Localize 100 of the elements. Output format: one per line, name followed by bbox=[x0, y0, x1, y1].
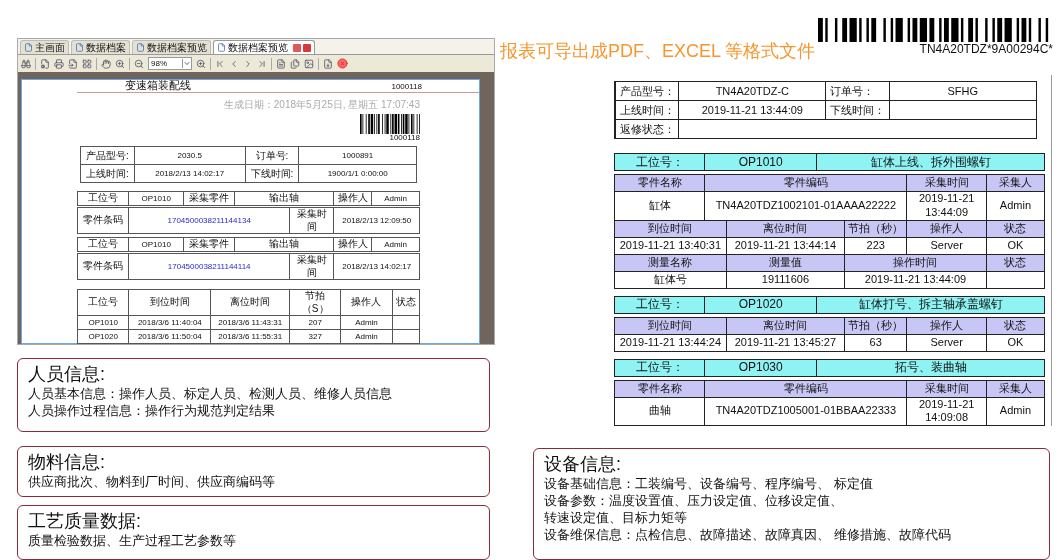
table-cell: 零件编码 bbox=[705, 175, 908, 191]
table-cell: 2018/3/6 11:40:04 bbox=[129, 316, 212, 329]
table-cell: 离位时间 bbox=[211, 290, 291, 315]
tab[interactable]: 数据档案 bbox=[71, 40, 130, 54]
zoom-out-icon[interactable] bbox=[134, 58, 144, 69]
table-cell: 采集时间 bbox=[290, 208, 335, 233]
table-cell: OP1020 bbox=[705, 296, 818, 313]
dropdown-icon[interactable] bbox=[182, 59, 191, 68]
table-cell: 节拍（秒） bbox=[845, 317, 908, 334]
table-cell: 223 bbox=[845, 237, 908, 254]
card-line: 质量检验数据、生产过程工艺参数等 bbox=[28, 532, 237, 550]
binoculars-icon[interactable] bbox=[21, 58, 31, 69]
table-cell: 2019-11-21 13:44:24 bbox=[615, 334, 727, 351]
table-cell: 状态 bbox=[986, 254, 1045, 271]
field-value: 1900/1/1 0:00:00 bbox=[299, 165, 417, 182]
field-label: 订单号: bbox=[245, 147, 300, 164]
zoom-in-icon[interactable] bbox=[115, 58, 125, 69]
hand-icon[interactable] bbox=[101, 58, 111, 69]
generated-date: 生成日期：2018年5月25日, 星期五 17:07:43 bbox=[223, 98, 420, 112]
field-label: 下线时间: bbox=[245, 165, 300, 182]
image-icon[interactable] bbox=[304, 58, 314, 69]
zoom-field[interactable]: 98% bbox=[148, 57, 192, 70]
table-cell: 工位号 bbox=[78, 238, 130, 251]
table-cell: 操作人 bbox=[334, 192, 373, 205]
table-cell: 离位时间 bbox=[726, 220, 846, 237]
document-arrow-icon[interactable] bbox=[68, 58, 78, 69]
field-label: 产品型号: bbox=[81, 147, 135, 164]
card-title: 设备信息: bbox=[544, 453, 622, 475]
table-cell: 1704500038211144114 bbox=[129, 254, 291, 279]
table-cell: OP1010 bbox=[129, 192, 184, 205]
table-cell: 零件条码 bbox=[78, 208, 130, 233]
previous-page-icon[interactable] bbox=[229, 58, 239, 69]
table-cell: 采集零件 bbox=[184, 238, 236, 251]
printer-icon[interactable] bbox=[54, 58, 64, 69]
table-cell: 工位号： bbox=[615, 154, 706, 170]
table-cell: 2018/3/6 11:43:31 bbox=[211, 316, 291, 329]
table-cell: 操作时间 bbox=[845, 254, 987, 271]
table-cell: 采集零件 bbox=[184, 192, 236, 205]
table-cell: 2018/3/6 11:55:31 bbox=[211, 330, 291, 343]
table-cell: 缸体打号、拆主轴承盖螺钉 bbox=[817, 296, 1045, 313]
first-page-icon[interactable] bbox=[215, 58, 225, 69]
table-cell: Admin bbox=[986, 192, 1045, 220]
document-icon[interactable] bbox=[276, 58, 286, 69]
table-cell: Server bbox=[907, 237, 987, 254]
table-cell: 测量值 bbox=[726, 254, 846, 271]
export-icon[interactable] bbox=[323, 58, 333, 69]
table-cell: Admin bbox=[372, 238, 420, 251]
zoom-in-icon[interactable] bbox=[196, 58, 206, 69]
close-icon[interactable] bbox=[337, 58, 348, 69]
table-cell: 曲轴 bbox=[615, 397, 706, 425]
table-cell: 操作人 bbox=[907, 220, 987, 237]
tab[interactable]: 数据档案预览 bbox=[213, 40, 315, 54]
document-icon bbox=[136, 43, 145, 52]
last-page-icon[interactable] bbox=[257, 58, 267, 69]
table-cell: 零件名称 bbox=[615, 380, 706, 397]
table-cell: 节拍（S） bbox=[290, 290, 342, 315]
field-label: 返修状态： bbox=[616, 120, 680, 138]
table-cell: 状态 bbox=[392, 290, 420, 315]
field-label: 上线时间： bbox=[616, 101, 680, 119]
table-cell: 2019-11-21 13:44:09 bbox=[907, 192, 987, 220]
table-cell: Admin bbox=[341, 316, 393, 329]
card-title: 工艺质量数据: bbox=[28, 510, 142, 533]
table-cell: 2019-11-21 13:40:31 bbox=[615, 237, 727, 254]
field-value: 2018/2/13 14:02:17 bbox=[134, 165, 246, 182]
next-page-icon[interactable] bbox=[243, 58, 253, 69]
table-cell: 到位时间 bbox=[129, 290, 212, 315]
table-cell: 零件编码 bbox=[705, 380, 908, 397]
field-value: 1000891 bbox=[299, 147, 417, 164]
table-cell: Admin bbox=[372, 192, 420, 205]
document-icon bbox=[24, 43, 33, 52]
field-label: 订单号： bbox=[826, 82, 890, 100]
table-cell: 到位时间 bbox=[615, 317, 727, 334]
table-cell: Server bbox=[907, 334, 987, 351]
grid-icon[interactable] bbox=[82, 58, 92, 69]
field-value: 2030.5 bbox=[134, 147, 246, 164]
table-cell: TN4A20TDZ1005001-01BBAA22333 bbox=[705, 397, 908, 425]
table-cell: 327 bbox=[290, 330, 342, 343]
card-title: 人员信息: bbox=[28, 363, 106, 385]
table-cell: 缸体号 bbox=[615, 271, 727, 288]
table-cell: OP1010 bbox=[129, 238, 184, 251]
table-cell: OK bbox=[986, 237, 1045, 254]
table-cell: 到位时间 bbox=[615, 220, 727, 237]
tab[interactable]: 数据档案预览 bbox=[132, 40, 211, 54]
table-cell: 工位号 bbox=[78, 192, 130, 205]
table-cell: 零件名称 bbox=[615, 175, 706, 191]
documents-icon[interactable] bbox=[290, 58, 300, 69]
table-cell: 2018/2/13 14:02:17 bbox=[334, 254, 420, 279]
table-cell: 2019-11-21 13:44:14 bbox=[726, 237, 846, 254]
tab[interactable]: 主画面 bbox=[20, 40, 69, 54]
table-cell: 工位号： bbox=[615, 359, 706, 376]
table-cell: 2019-11-21 14:09:08 bbox=[907, 397, 987, 425]
field-label: 下线时间： bbox=[826, 101, 890, 119]
table-cell: 状态 bbox=[986, 317, 1045, 334]
field-label: 上线时间: bbox=[81, 165, 135, 182]
card-line: 设备维保信息：点检信息、故障描述、故障真因、 维修措施、故障代码 bbox=[544, 526, 952, 543]
table-cell: OK bbox=[986, 334, 1045, 351]
report-number: 1000118 bbox=[391, 83, 422, 91]
barcode-number: 1000118 bbox=[389, 134, 420, 142]
card-line: 转速设定值、目标力矩等 bbox=[544, 509, 688, 526]
table-cell: 2019-11-21 13:45:27 bbox=[726, 334, 846, 351]
